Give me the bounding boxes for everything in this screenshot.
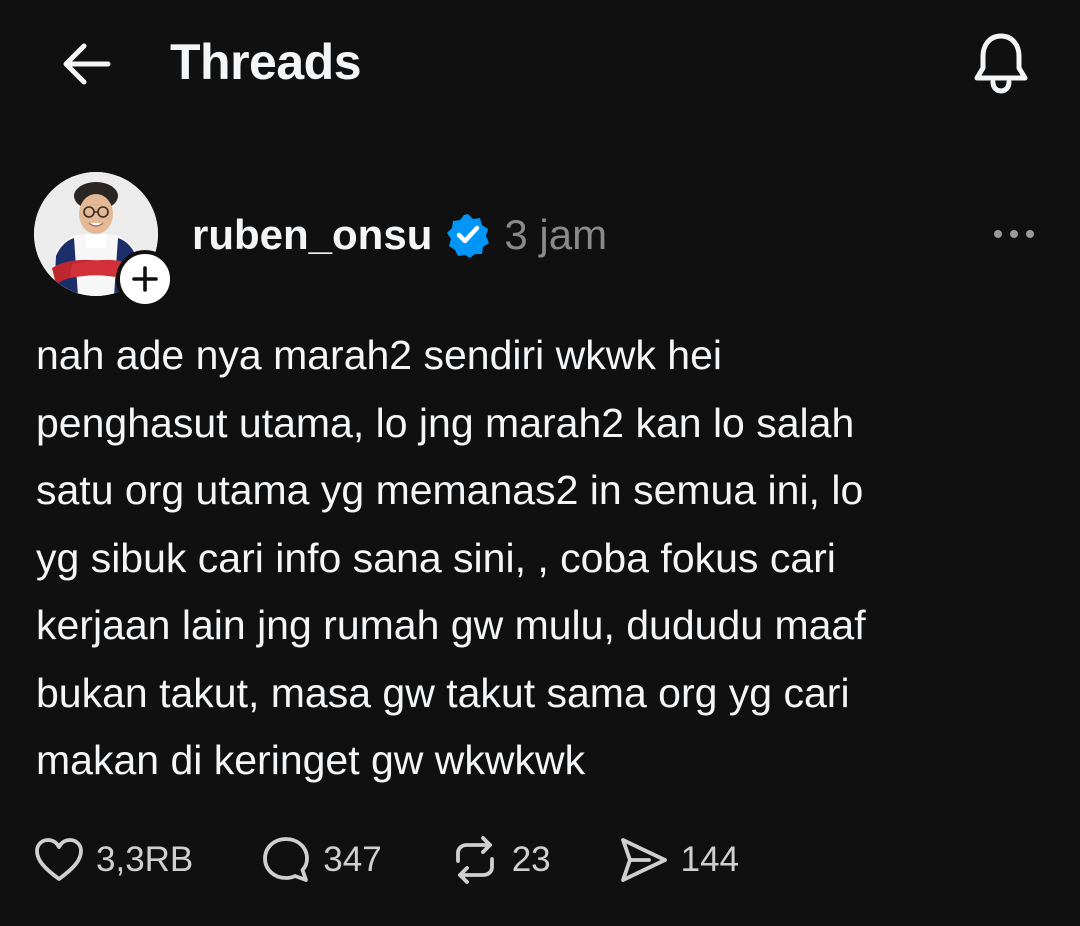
comment-icon (263, 837, 310, 882)
verified-badge-icon (444, 211, 492, 259)
share-count: 144 (680, 840, 740, 879)
arrow-left-icon (63, 43, 111, 85)
author-username[interactable]: ruben_onsu (192, 211, 432, 259)
post-text-line: bukan takut, masa gw takut sama org yg c… (36, 669, 850, 716)
repost-count: 23 (511, 840, 551, 879)
post-text-line: penghasut utama, lo jng marah2 kan lo sa… (36, 399, 855, 446)
send-icon (620, 838, 667, 882)
repost-button[interactable]: 23 (450, 835, 551, 885)
post-text-line: kerjaan lain jng rumah gw mulu, dududu m… (36, 602, 866, 648)
reply-button[interactable]: 347 (261, 835, 382, 885)
post-text-line: makan di keringet gw wkwkwk (36, 737, 586, 783)
heart-icon (35, 838, 83, 881)
reply-count: 347 (323, 840, 382, 879)
like-button[interactable]: 3,3RB (34, 837, 193, 883)
like-count: 3,3RB (96, 840, 194, 879)
post-text-line: yg sibuk cari info sana sini, , coba fok… (36, 534, 836, 581)
post-text: nah ade nya marah2 sendiri wkwk hei peng… (36, 322, 1036, 795)
post-text-line: nah ade nya marah2 sendiri wkwk hei (36, 332, 722, 378)
follow-button[interactable] (116, 250, 174, 308)
top-bar: Threads (0, 0, 1080, 126)
share-button[interactable]: 144 (619, 836, 739, 884)
page-title: Threads (170, 34, 362, 90)
more-horizontal-icon (994, 230, 1034, 238)
author-avatar-container (34, 172, 174, 308)
post-actions: 3,3RB 347 23 144 (34, 832, 739, 888)
post-text-line: satu org utama yg memanas2 in semua ini,… (36, 467, 864, 513)
post-header: ruben_onsu 3 jam (192, 205, 607, 265)
notifications-button[interactable] (966, 28, 1036, 98)
repost-icon (455, 836, 494, 884)
back-button[interactable] (56, 36, 116, 92)
bell-icon (974, 33, 1028, 94)
post-time: 3 jam (504, 211, 608, 258)
more-options-button[interactable] (980, 210, 1048, 258)
plus-icon (132, 266, 158, 292)
